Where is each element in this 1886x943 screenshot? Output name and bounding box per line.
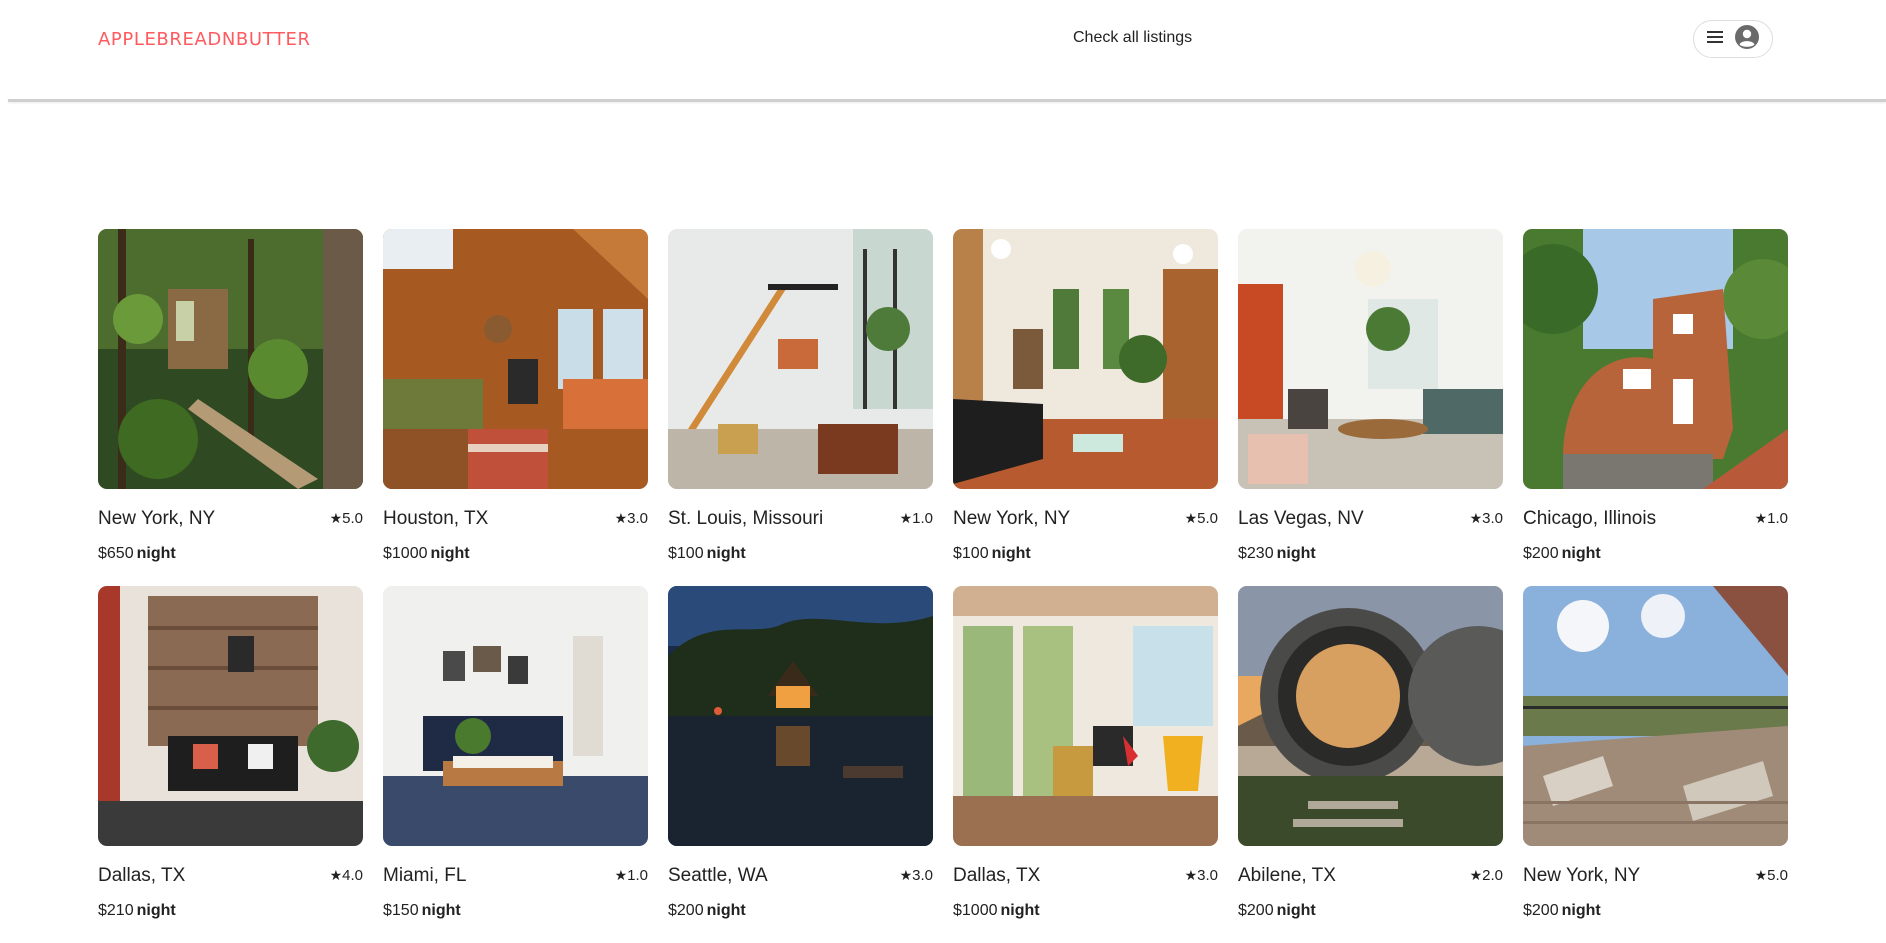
brand-logo[interactable]: APPLEBREADNBUTTER <box>98 29 311 50</box>
listings-grid: New York, NY ★5.0 $650 night Houston, TX… <box>98 229 1790 943</box>
listing-rating: ★1.0 <box>899 510 933 527</box>
listing-price: $150 night <box>383 902 461 919</box>
star-icon: ★ <box>899 510 913 526</box>
user-avatar-icon <box>1734 24 1760 55</box>
user-menu-button[interactable] <box>1693 20 1773 58</box>
listing-city: Las Vegas, NV <box>1238 508 1364 529</box>
listing-price: $210 night <box>98 902 176 919</box>
star-icon: ★ <box>1754 867 1768 883</box>
star-icon: ★ <box>1469 867 1483 883</box>
listing-city: Abilene, TX <box>1238 865 1336 886</box>
listing-photo[interactable] <box>1238 229 1503 489</box>
listing-rating: ★4.0 <box>329 867 363 884</box>
listing-rating: ★3.0 <box>614 510 648 527</box>
listing-rating: ★2.0 <box>1469 867 1503 884</box>
listing-city: Dallas, TX <box>953 865 1041 886</box>
listing-rating: ★1.0 <box>614 867 648 884</box>
listing-card[interactable]: New York, NY ★5.0 $200 night <box>1523 586 1788 943</box>
check-all-listings-link[interactable]: Check all listings <box>1073 29 1192 47</box>
listing-card[interactable]: Houston, TX ★3.0 $1000 night <box>383 229 648 586</box>
listing-photo[interactable] <box>668 229 933 489</box>
star-icon: ★ <box>329 867 343 883</box>
listing-price: $100 night <box>668 545 746 562</box>
top-navbar: APPLEBREADNBUTTER Check all listings <box>0 0 1886 104</box>
hamburger-icon <box>1706 29 1724 50</box>
star-icon: ★ <box>614 867 628 883</box>
star-icon: ★ <box>1754 510 1768 526</box>
listing-city: New York, NY <box>1523 865 1641 886</box>
listing-card[interactable]: Dallas, TX ★3.0 $1000 night <box>953 586 1218 943</box>
listing-price: $650 night <box>98 545 176 562</box>
listing-photo[interactable] <box>953 586 1218 846</box>
star-icon: ★ <box>1184 510 1198 526</box>
listing-card[interactable]: Chicago, Illinois ★1.0 $200 night <box>1523 229 1788 586</box>
listing-price: $100 night <box>953 545 1031 562</box>
listing-card[interactable]: Las Vegas, NV ★3.0 $230 night <box>1238 229 1503 586</box>
listing-rating: ★3.0 <box>899 867 933 884</box>
star-icon: ★ <box>329 510 343 526</box>
listing-price: $200 night <box>1238 902 1316 919</box>
star-icon: ★ <box>1184 867 1198 883</box>
listing-city: New York, NY <box>98 508 216 529</box>
listing-photo[interactable] <box>953 229 1218 489</box>
listing-city: Houston, TX <box>383 508 489 529</box>
listing-photo[interactable] <box>1238 586 1503 846</box>
listing-card[interactable]: St. Louis, Missouri ★1.0 $100 night <box>668 229 933 586</box>
listing-photo[interactable] <box>668 586 933 846</box>
listing-city: Dallas, TX <box>98 865 186 886</box>
listing-card[interactable]: Seattle, WA ★3.0 $200 night <box>668 586 933 943</box>
listing-photo[interactable] <box>1523 586 1788 846</box>
listing-city: New York, NY <box>953 508 1071 529</box>
listing-photo[interactable] <box>1523 229 1788 489</box>
listing-rating: ★5.0 <box>1754 867 1788 884</box>
listing-price: $1000 night <box>383 545 470 562</box>
listing-rating: ★3.0 <box>1469 510 1503 527</box>
header-divider <box>8 99 1886 102</box>
listing-photo[interactable] <box>98 586 363 846</box>
listing-rating: ★5.0 <box>1184 510 1218 527</box>
listing-card[interactable]: Miami, FL ★1.0 $150 night <box>383 586 648 943</box>
listing-city: Seattle, WA <box>668 865 768 886</box>
listing-price: $200 night <box>668 902 746 919</box>
listing-price: $230 night <box>1238 545 1316 562</box>
listing-city: St. Louis, Missouri <box>668 508 824 529</box>
listing-photo[interactable] <box>383 586 648 846</box>
listing-card[interactable]: Abilene, TX ★2.0 $200 night <box>1238 586 1503 943</box>
listing-rating: ★3.0 <box>1184 867 1218 884</box>
listing-city: Chicago, Illinois <box>1523 508 1657 529</box>
listing-city: Miami, FL <box>383 865 467 886</box>
listing-rating: ★1.0 <box>1754 510 1788 527</box>
listing-price: $200 night <box>1523 902 1601 919</box>
star-icon: ★ <box>614 510 628 526</box>
star-icon: ★ <box>1469 510 1483 526</box>
listing-price: $1000 night <box>953 902 1040 919</box>
star-icon: ★ <box>899 867 913 883</box>
listing-card[interactable]: Dallas, TX ★4.0 $210 night <box>98 586 363 943</box>
listing-photo[interactable] <box>98 229 363 489</box>
listing-rating: ★5.0 <box>329 510 363 527</box>
listing-card[interactable]: New York, NY ★5.0 $650 night <box>98 229 363 586</box>
listing-price: $200 night <box>1523 545 1601 562</box>
listing-photo[interactable] <box>383 229 648 489</box>
listing-card[interactable]: New York, NY ★5.0 $100 night <box>953 229 1218 586</box>
